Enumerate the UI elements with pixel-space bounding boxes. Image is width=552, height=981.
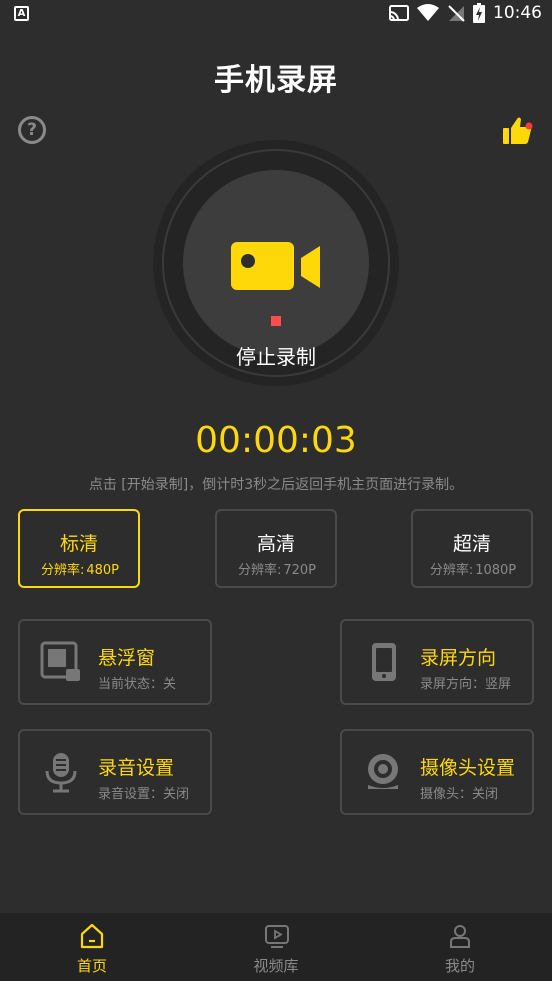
user-icon — [450, 925, 470, 948]
tab-label: 首页 — [76, 957, 107, 975]
status-icons: 10:46 — [389, 3, 542, 23]
float-window-icon — [40, 641, 80, 681]
card-title: 悬浮窗 — [98, 647, 156, 669]
orientation-card[interactable]: 录屏方向 录屏方向：竖屏 — [340, 619, 534, 705]
help-icon[interactable]: ? — [18, 116, 46, 144]
tab-video-library[interactable]: 视频库 — [184, 913, 368, 981]
tab-label: 视频库 — [253, 957, 299, 975]
float-window-card[interactable]: 悬浮窗 当前状态：关 — [18, 619, 212, 705]
status-bar: A 10:46 — [0, 0, 552, 30]
card-status: 录音设置：关闭 — [98, 787, 190, 802]
microphone-icon — [45, 753, 77, 793]
battery-charging-icon — [473, 3, 485, 23]
audio-settings-card[interactable]: 录音设置 录音设置：关闭 — [18, 729, 212, 815]
bottom-nav: 首页 视频库 我的 — [0, 913, 552, 981]
page-title: 手机录屏 — [214, 63, 338, 98]
quality-sd-button[interactable]: 标清 分辨率: 480P — [18, 509, 140, 588]
quality-resolution: 分辨率: 1080P — [429, 563, 517, 578]
cast-icon — [389, 5, 409, 21]
stop-record-button[interactable]: 停止录制 — [183, 170, 369, 369]
card-title: 摄像头设置 — [420, 757, 516, 779]
tab-label: 我的 — [444, 957, 475, 975]
thumbs-up-icon[interactable] — [501, 115, 535, 147]
clock: 10:46 — [493, 3, 542, 23]
quality-resolution: 分辨率: 720P — [237, 563, 317, 578]
stop-record-label: 停止录制 — [236, 345, 316, 369]
recording-timer: 00:00:03 — [195, 420, 357, 461]
quality-title: 标清 — [59, 533, 98, 555]
record-control[interactable]: 停止录制 — [153, 140, 399, 386]
home-icon — [80, 923, 104, 949]
quality-title: 超清 — [452, 533, 491, 555]
hint-text: 点击 [开始录制]，倒计时3秒之后返回手机主页面进行录制。 — [88, 477, 464, 493]
camera-settings-card[interactable]: 摄像头设置 摄像头：关闭 — [340, 729, 534, 815]
quality-fhd-button[interactable]: 超清 分辨率: 1080P — [411, 509, 533, 588]
card-status: 摄像头：关闭 — [420, 787, 499, 802]
wifi-icon — [417, 4, 439, 21]
video-camera-icon — [231, 242, 320, 290]
notification-dot — [525, 122, 533, 130]
video-library-icon — [265, 925, 289, 948]
card-title: 录屏方向 — [420, 647, 497, 669]
webcam-icon — [368, 754, 398, 789]
tab-home[interactable]: 首页 — [0, 913, 184, 981]
recording-indicator — [271, 316, 281, 326]
no-signal-icon — [448, 5, 465, 22]
quality-title: 高清 — [256, 533, 295, 555]
card-status: 录屏方向：竖屏 — [420, 677, 512, 692]
phone-icon — [372, 643, 396, 681]
card-title: 录音设置 — [98, 757, 175, 779]
keyboard-indicator-icon: A — [14, 6, 29, 21]
card-status: 当前状态：关 — [98, 677, 177, 692]
quality-resolution: 分辨率: 480P — [40, 563, 120, 578]
tab-profile[interactable]: 我的 — [368, 913, 552, 981]
quality-hd-button[interactable]: 高清 分辨率: 720P — [215, 509, 337, 588]
